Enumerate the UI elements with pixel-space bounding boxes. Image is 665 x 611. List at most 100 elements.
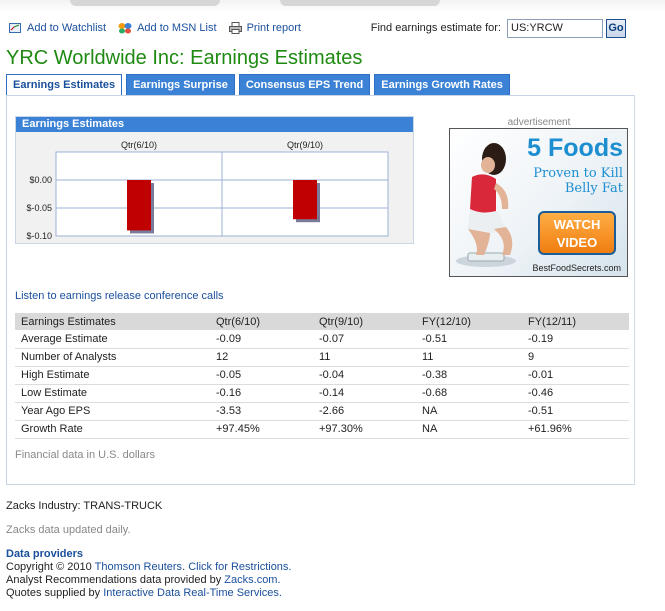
category-label: Qtr(6/10) [121, 140, 157, 150]
table-cell: -0.14 [313, 384, 416, 403]
msn-butterfly-icon [118, 23, 132, 34]
table-cell: +97.30% [313, 420, 416, 439]
printer-icon [228, 22, 242, 34]
row-label: Average Estimate [15, 330, 210, 349]
table-cell: NA [416, 402, 522, 421]
quotes-credit-text: Quotes supplied by [6, 587, 101, 599]
ad-person-image [456, 143, 516, 267]
watch-video-label: WATCH VIDEO [553, 217, 601, 250]
add-to-watchlist-link[interactable]: Add to Watchlist [9, 22, 106, 34]
go-button[interactable]: Go [606, 18, 626, 38]
tab-consensus-eps-trend[interactable]: Consensus EPS Trend [238, 74, 371, 96]
table-row: Year Ago EPS -3.53 -2.66 NA -0.51 [15, 402, 629, 421]
row-label: High Estimate [15, 366, 210, 385]
tab-earnings-growth-rates[interactable]: Earnings Growth Rates [374, 74, 510, 96]
print-label: Print report [246, 22, 301, 34]
column-header: FY(12/11) [522, 313, 629, 330]
y-tick-label: $0.00 [29, 175, 52, 185]
copyright-line: Copyright © 2010 Thomson Reuters. Click … [6, 561, 292, 573]
row-label: Low Estimate [15, 384, 210, 403]
add-to-msn-link[interactable]: Add to MSN List [118, 22, 217, 34]
column-header: Qtr(6/10) [210, 313, 313, 330]
table-cell: -2.66 [313, 402, 416, 421]
symbol-input[interactable] [507, 18, 603, 38]
table-row: Number of Analysts 12 11 11 9 [15, 348, 629, 367]
tab-earnings-estimates[interactable]: Earnings Estimates [6, 74, 123, 96]
table-cell: -0.46 [522, 384, 629, 403]
table-cell: -0.51 [416, 330, 522, 349]
table-cell: -3.53 [210, 402, 313, 421]
watchlist-icon [9, 23, 21, 33]
find-label: Find earnings estimate for: [370, 22, 501, 34]
watchlist-label: Add to Watchlist [27, 22, 107, 34]
find-estimate-form: Find earnings estimate for: Go [370, 18, 626, 38]
analyst-credit-line: Analyst Recommendations data provided by… [6, 574, 281, 586]
chart-title: Earnings Estimates [16, 117, 413, 132]
table-cell: NA [416, 420, 522, 439]
column-header: FY(12/10) [416, 313, 522, 330]
toolbar: Add to Watchlist Add to MSN List Print r… [9, 16, 626, 40]
table-cell: -0.16 [210, 384, 313, 403]
table-cell: -0.09 [210, 330, 313, 349]
zacks-industry: Zacks Industry: TRANS-TRUCK [6, 500, 163, 512]
page-title: YRC Worldwide Inc: Earnings Estimates [6, 47, 363, 69]
y-tick-label: $-0.05 [26, 203, 52, 213]
update-note: Zacks data updated daily. [6, 524, 131, 536]
top-shade [0, 0, 665, 12]
table-body: Average Estimate -0.09 -0.07 -0.51 -0.19 Numb… [15, 330, 629, 439]
table-row: Average Estimate -0.09 -0.07 -0.51 -0.19 [15, 330, 629, 349]
table-cell: +97.45% [210, 420, 313, 439]
table-cell: -0.19 [522, 330, 629, 349]
ad-headline: 5 Foods [527, 134, 623, 162]
table-cell: 11 [416, 348, 522, 367]
table-cell: -0.68 [416, 384, 522, 403]
content-panel: Earnings Estimates $0.00 $-0.05 $-0.10 Qtr(… [6, 95, 635, 485]
msn-label: Add to MSN List [137, 22, 217, 34]
column-header: Earnings Estimates [15, 313, 210, 330]
table-row: Low Estimate -0.16 -0.14 -0.68 -0.46 [15, 384, 629, 403]
category-label: Qtr(9/10) [287, 140, 323, 150]
table-header-row: Earnings Estimates Qtr(6/10) Qtr(9/10) F… [15, 313, 629, 330]
ad-label: advertisement [507, 117, 571, 128]
row-label: Growth Rate [15, 420, 210, 439]
thomson-reuters-link[interactable]: Thomson Reuters [95, 561, 182, 573]
earnings-chart: Earnings Estimates $0.00 $-0.05 $-0.10 Qtr(… [15, 116, 414, 244]
restrictions-link[interactable]: Click for Restrictions. [188, 561, 291, 573]
column-header: Qtr(9/10) [313, 313, 416, 330]
table-cell: 12 [210, 348, 313, 367]
row-label: Year Ago EPS [15, 402, 210, 421]
copyright-text: Copyright © 2010 [6, 561, 92, 573]
quotes-credit-line: Quotes supplied by Interactive Data Real… [6, 587, 282, 599]
row-label: Number of Analysts [15, 348, 210, 367]
ad-site: BestFoodSecrets.com [532, 263, 621, 273]
bar [293, 180, 317, 220]
watch-video-button[interactable]: WATCH VIDEO [538, 211, 616, 255]
data-providers-title: Data providers [6, 548, 84, 560]
table-cell: -0.05 [210, 366, 313, 385]
tab-earnings-surprise[interactable]: Earnings Surprise [126, 74, 235, 96]
table-cell: 9 [522, 348, 629, 367]
chart-plot: $0.00 $-0.05 $-0.10 Qtr(6/10) Qtr(9/10) [26, 140, 389, 241]
analyst-credit-text: Analyst Recommendations data provided by [6, 574, 222, 586]
table-row: High Estimate -0.05 -0.04 -0.38 -0.01 [15, 366, 629, 385]
ad-subheadline: Proven to Kill Belly Fat [533, 166, 623, 196]
interactive-data-link[interactable]: Interactive Data Real-Time Services. [103, 587, 282, 599]
table-cell: -0.04 [313, 366, 416, 385]
bar [127, 180, 151, 231]
table-row: Growth Rate +97.45% +97.30% NA +61.96% [15, 420, 629, 439]
table-cell: -0.51 [522, 402, 629, 421]
currency-note: Financial data in U.S. dollars [15, 449, 156, 461]
estimates-table: Earnings Estimates Qtr(6/10) Qtr(9/10) F… [15, 313, 629, 439]
top-decoration [280, 0, 440, 6]
top-decoration [70, 0, 220, 6]
zacks-link[interactable]: Zacks.com. [224, 574, 280, 586]
print-report-link[interactable]: Print report [228, 22, 301, 34]
conference-calls-link[interactable]: Listen to earnings release conference ca… [15, 290, 224, 302]
tab-bar: Earnings Estimates Earnings Surprise Con… [6, 74, 514, 96]
table-cell: +61.96% [522, 420, 629, 439]
advertisement-banner[interactable]: 5 Foods Proven to Kill Belly Fat WATCH V… [449, 128, 628, 277]
table-cell: -0.38 [416, 366, 522, 385]
table-cell: -0.07 [313, 330, 416, 349]
table-cell: -0.01 [522, 366, 629, 385]
table-cell: 11 [313, 348, 416, 367]
